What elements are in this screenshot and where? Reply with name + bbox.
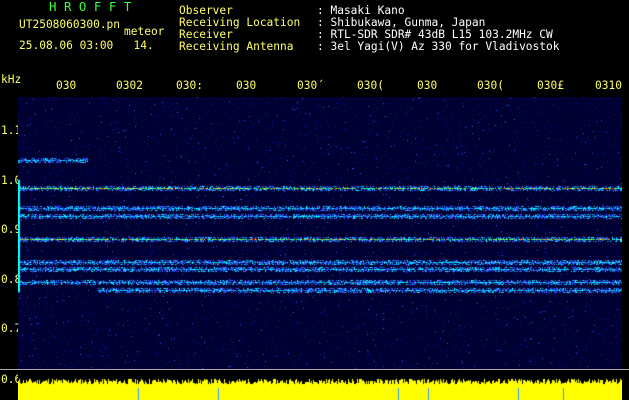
time-tick-label: 0302 <box>116 79 143 92</box>
app-brand: HROFFT <box>49 0 139 14</box>
date-time-value: 25.08.06 03:00 <box>19 39 114 52</box>
time-tick-label: 030 <box>236 79 257 92</box>
time-tick-label: 030 <box>417 79 438 92</box>
time-tick-label: 0310 <box>595 79 622 92</box>
time-tick-label: 030( <box>357 79 384 92</box>
antenna-label: Receiving Antenna <box>179 40 294 53</box>
frequency-unit-label: kHz <box>1 73 22 86</box>
meteor-label: meteor <box>124 25 165 38</box>
time-tick-label: 030( <box>477 79 504 92</box>
file-name: UT2508060300.pn <box>19 18 121 31</box>
time-tick-label: 030: <box>176 79 203 92</box>
meteor-count: 14. <box>133 39 154 52</box>
spectrogram-plot[interactable] <box>18 97 622 369</box>
date-time: 25.08.06 03:00 14. <box>19 40 154 52</box>
time-tick-label: 030£ <box>537 79 564 92</box>
antenna-value: : 3el Yagi(V) Az 330 for Vladivostok <box>317 40 560 53</box>
signal-strength-panel <box>18 370 622 400</box>
station-info-labels: Observer Receiving Location Receiver Receiv… <box>179 5 300 53</box>
time-tick-label: 030́ <box>297 79 318 92</box>
time-tick-label: 030 <box>56 79 77 92</box>
station-info-values: : Masaki Kano: Shibukawa, Gunma, Japan: … <box>317 5 559 53</box>
